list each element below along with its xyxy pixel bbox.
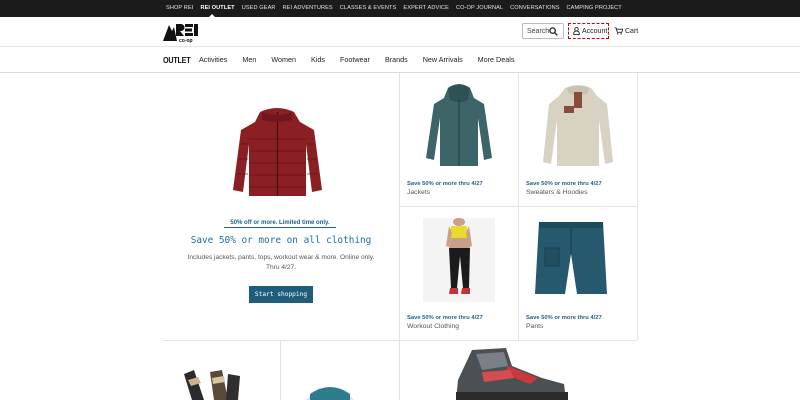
rei-logo-icon: co-op	[163, 24, 198, 44]
grid-divider	[399, 73, 400, 400]
account-button[interactable]: Account	[568, 23, 609, 39]
topbar-link-rei-outlet[interactable]: REI OUTLET	[200, 0, 235, 17]
nav-item-brands[interactable]: Brands	[385, 55, 408, 64]
nav-item-activities[interactable]: Activities	[199, 55, 227, 64]
fleece-pullover-image[interactable]	[541, 82, 615, 170]
hero-title: Save 50% or more on all clothing	[190, 235, 372, 246]
outlet-nav: OUTLET Activities Men Women Kids Footwea…	[163, 47, 529, 72]
grid-divider	[637, 73, 638, 340]
tile-category-name: Pants	[526, 323, 544, 330]
search-label: Search	[527, 27, 550, 35]
nav-item-new-arrivals[interactable]: New Arrivals	[423, 55, 463, 64]
topbar-link-camping-project[interactable]: CAMPING PROJECT	[567, 0, 622, 17]
red-puffer-jacket-image[interactable]	[230, 104, 325, 204]
socks-image[interactable]	[178, 368, 248, 400]
search-box[interactable]: Search	[522, 23, 564, 39]
workout-model-image[interactable]	[423, 218, 495, 302]
hero-promo-tag[interactable]: 50% off or more. Limited time only.	[224, 220, 336, 228]
hat-image[interactable]	[300, 380, 360, 400]
topbar-link-shop-rei[interactable]: SHOP REI	[166, 0, 193, 17]
cart-label: Cart	[625, 27, 639, 35]
tile-category-name: Jackets	[407, 189, 431, 196]
topbar-link-conversations[interactable]: CONVERSATIONS	[510, 0, 559, 17]
topbar-link-coop-journal[interactable]: CO-OP JOURNAL	[456, 0, 503, 17]
tile-promo-text: Save 50% or more thru 4/27	[526, 181, 602, 187]
account-label: Account	[582, 27, 608, 35]
cart-icon	[614, 27, 623, 35]
svg-text:co-op: co-op	[179, 38, 193, 43]
grid-divider	[399, 206, 637, 207]
search-icon[interactable]	[549, 27, 558, 36]
nav-item-kids[interactable]: Kids	[311, 55, 325, 64]
rei-logo[interactable]: co-op	[163, 21, 201, 44]
topbar-link-rei-adventures[interactable]: REI ADVENTURES	[283, 0, 333, 17]
nav-divider	[0, 72, 800, 73]
top-utility-links: SHOP REI REI OUTLET USED GEAR REI ADVENT…	[166, 0, 629, 17]
teal-hooded-jacket-image[interactable]	[424, 82, 494, 172]
tile-promo-text: Save 50% or more thru 4/27	[526, 315, 602, 321]
start-shopping-button[interactable]: Start shopping	[249, 286, 313, 303]
user-icon	[573, 27, 580, 35]
topbar-link-expert-advice[interactable]: EXPERT ADVICE	[403, 0, 449, 17]
nav-item-men[interactable]: Men	[242, 55, 256, 64]
teal-shorts-image[interactable]	[535, 218, 607, 300]
outlet-home-link[interactable]: OUTLET	[163, 55, 191, 65]
hero-description: Includes jackets, pants, tops, workout w…	[187, 254, 375, 271]
topbar-link-classes-events[interactable]: CLASSES & EVENTS	[340, 0, 397, 17]
nav-item-women[interactable]: Women	[271, 55, 296, 64]
grid-divider	[163, 340, 637, 341]
tile-promo-text: Save 50% or more thru 4/27	[407, 181, 483, 187]
site-header: co-op Search Account Cart	[0, 17, 800, 47]
nav-item-more-deals[interactable]: More Deals	[478, 55, 515, 64]
hiking-boot-image[interactable]	[452, 346, 572, 400]
grid-divider	[280, 340, 281, 400]
top-utility-bar: SHOP REI REI OUTLET USED GEAR REI ADVENT…	[0, 0, 800, 17]
cart-button[interactable]: Cart	[614, 23, 638, 39]
nav-item-footwear[interactable]: Footwear	[340, 55, 370, 64]
tile-promo-text: Save 50% or more thru 4/27	[407, 315, 483, 321]
tile-category-name: Workout Clothing	[407, 323, 460, 330]
tile-category-name: Sweaters & Hoodies	[526, 189, 588, 196]
topbar-link-used-gear[interactable]: USED GEAR	[242, 0, 276, 17]
